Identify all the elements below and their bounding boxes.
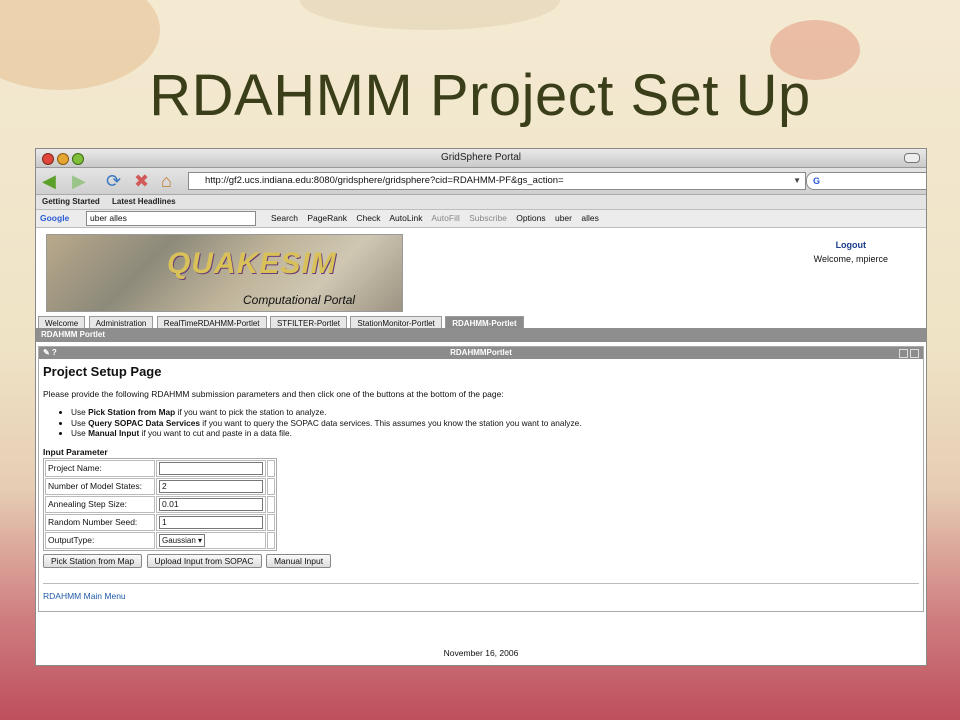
stop-icon[interactable]: ✖ (134, 171, 149, 191)
google-toolbar-tools: Search PageRank Check AutoLink AutoFill … (271, 210, 606, 227)
google-toolbar-brand[interactable]: Google (40, 210, 69, 227)
spell-check-button[interactable]: Check (356, 213, 380, 223)
model-states-field[interactable]: 2 (159, 479, 263, 493)
page-title: Project Setup Page (43, 364, 162, 379)
autofill-button[interactable]: AutoFill (431, 213, 459, 223)
back-arrow-icon[interactable]: ◀ (42, 171, 56, 191)
highlight-alles-button[interactable]: alles (581, 213, 598, 223)
rdahmm-portlet: ✎ ? RDAHMMPortlet Project Setup Page Ple… (38, 346, 924, 612)
google-search-button[interactable]: Search (271, 213, 298, 223)
output-type-label: OutputType: (45, 531, 155, 549)
logout-link[interactable]: Logout (814, 240, 888, 250)
autolink-button[interactable]: AutoLink (389, 213, 422, 223)
random-seed-field[interactable]: 1 (159, 515, 263, 529)
welcome-text: Welcome, mpierce (813, 254, 888, 264)
slide-title: RDAHMM Project Set Up (149, 63, 811, 128)
project-name-label: Project Name: (45, 459, 155, 477)
window-titlebar: GridSphere Portal (36, 149, 926, 168)
parameter-table: Project Name: Number of Model States: 2 … (43, 457, 277, 551)
minimize-portlet-icon[interactable] (899, 349, 908, 358)
maximize-portlet-icon[interactable] (910, 349, 919, 358)
annealing-step-field[interactable]: 0.01 (159, 497, 263, 511)
annealing-step-label: Annealing Step Size: (45, 495, 155, 513)
action-buttons: Pick Station from Map Upload Input from … (43, 553, 919, 568)
pick-station-button[interactable]: Pick Station from Map (43, 553, 143, 568)
table-row: Annealing Step Size: 0.01 (45, 495, 275, 513)
subscribe-button[interactable]: Subscribe (469, 213, 507, 223)
subnav-bar: RDAHMM Portlet (36, 328, 926, 342)
table-row: Number of Model States: 2 (45, 477, 275, 495)
navigation-bar: ◀ ▶ ⟳ ✖ ⌂ http://gf2.ucs.indiana.edu:808… (36, 168, 926, 195)
divider (43, 583, 919, 584)
edit-help-icons[interactable]: ✎ ? (43, 347, 57, 359)
quakesim-banner: QUAKESIM Computational Portal (46, 234, 403, 312)
close-window-button[interactable] (42, 153, 54, 165)
portal-page: QUAKESIM Computational Portal Logout Wel… (36, 228, 926, 665)
url-field[interactable]: http://gf2.ucs.indiana.edu:8080/gridsphe… (188, 172, 806, 190)
instruction-item: Use Query SOPAC Data Services if you wan… (71, 418, 919, 429)
google-query-field[interactable]: uber alles (86, 211, 256, 226)
bookmark-latest-headlines[interactable]: Latest Headlines (112, 197, 176, 206)
window-controls (897, 349, 919, 362)
banner-subtitle: Computational Portal (243, 293, 356, 307)
user-box: Logout Welcome, mpierce (814, 240, 888, 264)
toolbar-toggle-button[interactable] (904, 153, 920, 163)
output-type-select[interactable]: Gaussian ▾ (159, 533, 206, 547)
bookmark-getting-started[interactable]: Getting Started (42, 197, 100, 206)
portlet-body: Project Setup Page Please provide the fo… (39, 359, 923, 571)
instruction-list: Use Pick Station from Map if you want to… (43, 407, 919, 439)
minimize-window-button[interactable] (57, 153, 69, 165)
bookmarks-bar: Getting Started Latest Headlines (36, 195, 926, 210)
options-button[interactable]: Options (516, 213, 545, 223)
pagerank-indicator: PageRank (307, 213, 348, 223)
url-text: http://gf2.ucs.indiana.edu:8080/gridsphe… (205, 175, 564, 186)
highlight-uber-button[interactable]: uber (555, 213, 572, 223)
search-engine-icon: G (813, 176, 821, 186)
subnav-rdahmm-portlet[interactable]: RDAHMM Portlet (41, 330, 105, 339)
google-toolbar: Google uber alles Search PageRank Check … (36, 210, 926, 228)
banner-logo-text: QUAKESIM (167, 247, 337, 280)
table-row: OutputType: Gaussian ▾ (45, 531, 275, 549)
instruction-item: Use Pick Station from Map if you want to… (71, 407, 919, 418)
zoom-window-button[interactable] (72, 153, 84, 165)
url-dropdown-icon[interactable]: ▼ (793, 173, 801, 189)
random-seed-label: Random Number Seed: (45, 513, 155, 531)
footer-date: November 16, 2006 (443, 648, 519, 658)
portal-tabs: Welcome Administration RealTimeRDAHMM-Po… (38, 313, 524, 331)
home-icon[interactable]: ⌂ (161, 171, 172, 191)
decor-circle-top (300, 0, 560, 30)
manual-input-button[interactable]: Manual Input (265, 553, 332, 568)
browser-window: GridSphere Portal ◀ ▶ ⟳ ✖ ⌂ http://gf2.u… (35, 148, 927, 666)
chevron-down-icon: ▾ (198, 535, 203, 545)
reload-icon[interactable]: ⟳ (106, 171, 121, 191)
instruction-item: Use Manual Input if you want to cut and … (71, 428, 919, 439)
model-states-label: Number of Model States: (45, 477, 155, 495)
project-name-field[interactable] (159, 461, 263, 475)
table-row: Project Name: (45, 459, 275, 477)
main-menu-link[interactable]: RDAHMM Main Menu (43, 591, 126, 601)
portlet-header: ✎ ? RDAHMMPortlet (39, 347, 923, 359)
window-title: GridSphere Portal (440, 152, 522, 163)
input-parameter-title: Input Parameter (43, 446, 108, 457)
browser-search-field[interactable]: G (806, 172, 926, 190)
portlet-title: RDAHMMPortlet (450, 348, 512, 357)
forward-arrow-icon[interactable]: ▶ (72, 171, 86, 191)
table-row: Random Number Seed: 1 (45, 513, 275, 531)
upload-sopac-button[interactable]: Upload Input from SOPAC (146, 553, 262, 568)
intro-text: Please provide the following RDAHMM subm… (43, 389, 504, 399)
